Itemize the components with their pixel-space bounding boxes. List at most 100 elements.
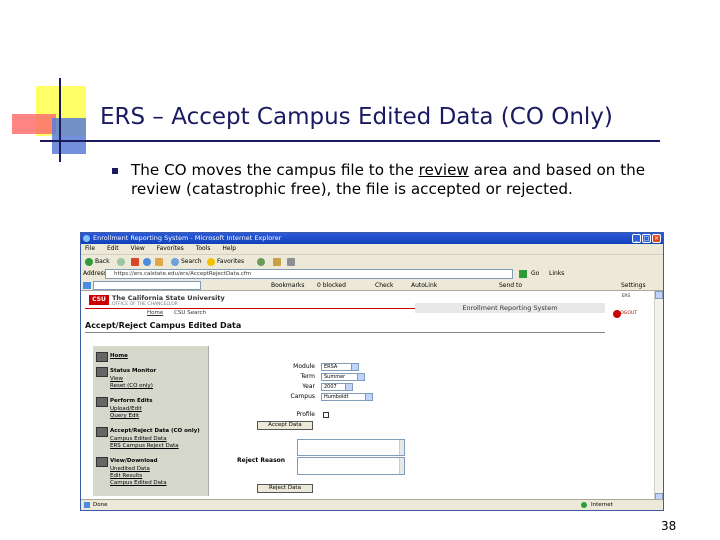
heading-divider: [85, 332, 605, 333]
nav-home-link[interactable]: Home: [147, 310, 163, 316]
sidebar-download-title: View/Download: [110, 458, 158, 464]
review-link[interactable]: review: [419, 161, 469, 179]
browser-window: Enrollment Reporting System - Microsoft …: [80, 232, 664, 511]
decorative-pink-block: [12, 114, 56, 134]
stop-icon[interactable]: [131, 257, 141, 267]
window-titlebar: Enrollment Reporting System - Microsoft …: [81, 233, 663, 244]
reject-comment-top[interactable]: [297, 439, 405, 456]
globe-icon: [581, 502, 587, 508]
title-divider: [40, 140, 660, 142]
window-title: Enrollment Reporting System - Microsoft …: [93, 234, 282, 242]
autolink-link[interactable]: AutoLink: [411, 280, 437, 291]
menu-file[interactable]: File: [85, 245, 95, 252]
campus-label: Campus: [290, 393, 315, 400]
nav-csu-search-link[interactable]: CSU Search: [174, 310, 206, 316]
menu-edit[interactable]: Edit: [107, 245, 119, 252]
search-button[interactable]: Search: [171, 257, 202, 267]
sidebar-status-title: Status Monitor: [110, 368, 157, 374]
home-section-icon: [96, 352, 108, 362]
mail-icon[interactable]: [273, 257, 283, 267]
check-link[interactable]: Check: [375, 280, 393, 291]
star-icon: [207, 257, 215, 266]
favorites-label: Favorites: [217, 258, 245, 265]
module-select[interactable]: ERSA: [321, 363, 359, 371]
history-icon[interactable]: [257, 257, 267, 267]
go-button[interactable]: Go: [531, 268, 539, 280]
reject-reason-label: Reject Reason: [237, 457, 286, 464]
home-icon[interactable]: [155, 257, 165, 267]
favorites-button[interactable]: Favorites: [207, 257, 244, 267]
sidebar-link-query[interactable]: Query Edit: [110, 413, 139, 419]
module-label: Module: [293, 363, 315, 370]
scroll-up-icon[interactable]: [655, 291, 663, 299]
campus-value: Humboldt: [324, 394, 349, 400]
back-button[interactable]: Back: [85, 257, 110, 267]
sidebar-edits-title: Perform Edits: [110, 398, 153, 404]
refresh-icon[interactable]: [143, 257, 153, 267]
module-value: ERSA: [324, 364, 338, 370]
links-label[interactable]: Links: [549, 268, 564, 280]
bookmarks-link[interactable]: Bookmarks: [271, 280, 305, 291]
sidebar-link-unedited[interactable]: Unedited Data: [110, 466, 150, 472]
status-bar: Done Internet: [81, 499, 663, 510]
reject-data-button[interactable]: Reject Data: [257, 484, 313, 493]
page-heading: Accept/Reject Campus Edited Data: [85, 321, 242, 330]
bullet-text-part1: The CO moves the campus file to the: [131, 161, 419, 179]
sidebar-link-edit-results[interactable]: Edit Results: [110, 473, 142, 479]
minimize-icon[interactable]: _: [632, 234, 641, 243]
maximize-icon[interactable]: □: [642, 234, 651, 243]
term-select[interactable]: Summer: [321, 373, 365, 381]
menu-tools[interactable]: Tools: [196, 245, 211, 252]
google-icon: [83, 282, 91, 289]
go-arrow-icon[interactable]: [519, 270, 527, 278]
menu-view[interactable]: View: [131, 245, 145, 252]
term-value: Summer: [324, 374, 346, 380]
sidebar-link-campus-edited-download[interactable]: Campus Edited Data: [110, 480, 167, 486]
search-icon: [171, 257, 179, 266]
reject-reason-textarea[interactable]: [297, 457, 405, 475]
decorative-vertical-line: [59, 78, 61, 162]
university-subtitle: OFFICE OF THE CHANCELLOR: [112, 302, 178, 307]
send-to-link[interactable]: Send to: [499, 280, 522, 291]
settings-link[interactable]: Settings: [621, 280, 646, 291]
back-label: Back: [95, 258, 110, 265]
decorative-blue-block: [52, 118, 86, 154]
sidebar-link-reject-data[interactable]: ERS Campus Reject Data: [110, 443, 179, 449]
sidebar-link-reset[interactable]: Reset (CO only): [110, 383, 153, 389]
zone-text: Internet: [591, 502, 613, 508]
year-select[interactable]: 2007: [321, 383, 353, 391]
ers-badge: ERS: [621, 294, 631, 299]
menu-help[interactable]: Help: [222, 245, 236, 252]
slide-page-number: 38: [661, 519, 677, 533]
sidebar-home-link[interactable]: Home: [110, 353, 128, 359]
address-label: Address: [83, 270, 107, 277]
menu-favorites[interactable]: Favorites: [157, 245, 184, 252]
sidebar-link-view[interactable]: View: [110, 376, 123, 382]
logout-button[interactable]: LOGOUT: [613, 307, 637, 321]
chevron-down-icon: [365, 394, 372, 400]
close-icon[interactable]: ×: [652, 234, 661, 243]
ie-icon: [83, 235, 90, 242]
monitor-icon: [96, 367, 108, 377]
address-input[interactable]: https://ers.calstate.edu/ers/AcceptRejec…: [105, 269, 513, 279]
back-icon: [85, 257, 93, 266]
toolbar-search-input[interactable]: [93, 281, 201, 290]
profile-label: Profile: [296, 411, 315, 418]
chevron-down-icon: [357, 374, 364, 380]
sidebar-link-campus-edited[interactable]: Campus Edited Data: [110, 436, 167, 442]
sidebar: Home Status Monitor View Reset (CO only)…: [93, 346, 209, 496]
campus-select[interactable]: Humboldt: [321, 393, 373, 401]
forward-icon[interactable]: [117, 257, 127, 267]
slide-title: ERS – Accept Campus Edited Data (CO Only…: [100, 104, 613, 130]
links-bar: Bookmarks 0 blocked Check AutoLink Send …: [81, 280, 663, 291]
accept-data-button[interactable]: Accept Data: [257, 421, 313, 430]
sidebar-link-upload[interactable]: Upload/Edit: [110, 406, 142, 412]
page-icon: [84, 502, 90, 508]
address-bar: Address https://ers.calstate.edu/ers/Acc…: [81, 268, 663, 280]
print-icon[interactable]: [287, 257, 297, 267]
status-text: Done: [93, 502, 108, 508]
profile-checkbox[interactable]: [323, 412, 329, 418]
blocked-link[interactable]: 0 blocked: [317, 280, 346, 291]
search-label: Search: [181, 258, 202, 265]
vertical-scrollbar[interactable]: [654, 291, 663, 501]
